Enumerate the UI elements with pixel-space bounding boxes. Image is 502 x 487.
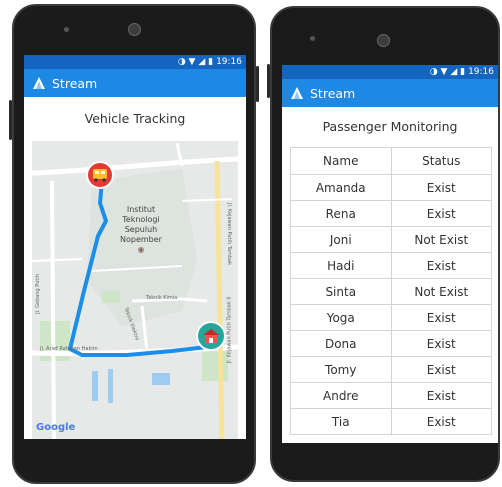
passenger-status: Exist bbox=[390, 408, 492, 435]
passenger-table: Name Status Amanda Exist Rena Exist Joni No… bbox=[290, 147, 492, 435]
passenger-name: Yoga bbox=[290, 304, 392, 331]
left-phone-power-button bbox=[256, 66, 259, 102]
passenger-status: Exist bbox=[390, 356, 492, 383]
sensor-dot bbox=[310, 36, 315, 41]
school-marker-icon[interactable] bbox=[196, 321, 226, 351]
passenger-status: Exist bbox=[390, 330, 492, 357]
status-bar: ◑ ▼ ◢ ▮ 19:16 bbox=[282, 65, 498, 79]
passenger-name: Joni bbox=[290, 226, 392, 253]
place-pin-icon: ◉ bbox=[137, 245, 145, 254]
street-label: Jl. Arief Rahman Hakim bbox=[40, 346, 98, 352]
table-row: Yoga Exist bbox=[290, 304, 492, 331]
passenger-name: Tomy bbox=[290, 356, 392, 383]
passenger-name: Hadi bbox=[290, 252, 392, 279]
stream-logo-icon bbox=[291, 87, 303, 99]
status-time: 19:16 bbox=[216, 57, 242, 67]
bus-marker-icon[interactable] bbox=[86, 161, 114, 189]
passenger-name: Tia bbox=[290, 408, 392, 435]
table-row: Amanda Exist bbox=[290, 174, 492, 201]
right-phone-side-button bbox=[267, 64, 270, 98]
right-phone-frame: ◑ ▼ ◢ ▮ 19:16 Stream Passenger Monitorin… bbox=[270, 6, 500, 482]
passenger-status: Exist bbox=[390, 252, 492, 279]
passenger-status: Not Exist bbox=[390, 278, 492, 305]
app-title: Stream bbox=[52, 75, 98, 91]
column-header-status: Status bbox=[390, 147, 492, 175]
front-camera bbox=[377, 34, 390, 47]
left-phone-frame: ◑ ▼ ◢ ▮ 19:16 Stream Vehicle Tracking In… bbox=[12, 4, 256, 484]
app-bar: Stream bbox=[24, 69, 246, 97]
street-label: Jl. Gebang Putih bbox=[34, 274, 41, 314]
passenger-status: Not Exist bbox=[390, 226, 492, 253]
table-row: Rena Exist bbox=[290, 200, 492, 227]
page-title: Passenger Monitoring bbox=[322, 119, 458, 134]
passenger-name: Sinta bbox=[290, 278, 392, 305]
passenger-status: Exist bbox=[390, 200, 492, 227]
map-place-label: Institut Teknologi Sepuluh Nopember ◉ bbox=[120, 205, 162, 254]
google-attribution: Google bbox=[36, 422, 76, 433]
page-title: Vehicle Tracking bbox=[84, 111, 186, 126]
stream-logo-icon bbox=[33, 77, 45, 89]
app-bar: Stream bbox=[282, 79, 498, 107]
column-header-name: Name bbox=[290, 147, 392, 175]
table-row: Dona Exist bbox=[290, 330, 492, 357]
table-row: Hadi Exist bbox=[290, 252, 492, 279]
table-row: Andre Exist bbox=[290, 382, 492, 409]
table-row: Tomy Exist bbox=[290, 356, 492, 383]
passenger-status: Exist bbox=[390, 382, 492, 409]
front-camera bbox=[128, 23, 141, 36]
status-icons: ◑ ▼ ◢ ▮ bbox=[177, 57, 214, 67]
status-icons: ◑ ▼ ◢ ▮ bbox=[429, 67, 466, 77]
app-title: Stream bbox=[310, 85, 356, 101]
street-label: Jl. Kejawan Putih Tambak bbox=[226, 202, 233, 266]
table-row: Tia Exist bbox=[290, 408, 492, 435]
status-bar: ◑ ▼ ◢ ▮ 19:16 bbox=[24, 55, 246, 69]
status-time: 19:16 bbox=[468, 67, 494, 77]
table-header-row: Name Status bbox=[290, 147, 492, 175]
passenger-name: Amanda bbox=[290, 174, 392, 201]
table-row: Sinta Not Exist bbox=[290, 278, 492, 305]
passenger-status: Exist bbox=[390, 304, 492, 331]
left-screen: ◑ ▼ ◢ ▮ 19:16 Stream Vehicle Tracking In… bbox=[24, 55, 246, 439]
passenger-name: Dona bbox=[290, 330, 392, 357]
map-canvas[interactable] bbox=[32, 141, 238, 439]
passenger-name: Andre bbox=[290, 382, 392, 409]
sensor-dot bbox=[64, 27, 69, 32]
tracking-map[interactable]: Institut Teknologi Sepuluh Nopember ◉ Jl… bbox=[32, 141, 238, 439]
street-label: Teknik Kimia bbox=[146, 295, 178, 301]
left-phone-side-button bbox=[9, 100, 12, 140]
right-screen: ◑ ▼ ◢ ▮ 19:16 Stream Passenger Monitorin… bbox=[282, 65, 498, 443]
passenger-name: Rena bbox=[290, 200, 392, 227]
table-row: Joni Not Exist bbox=[290, 226, 492, 253]
passenger-status: Exist bbox=[390, 174, 492, 201]
street-label: Jl. Kejawan Putih Tambak II bbox=[226, 296, 233, 364]
